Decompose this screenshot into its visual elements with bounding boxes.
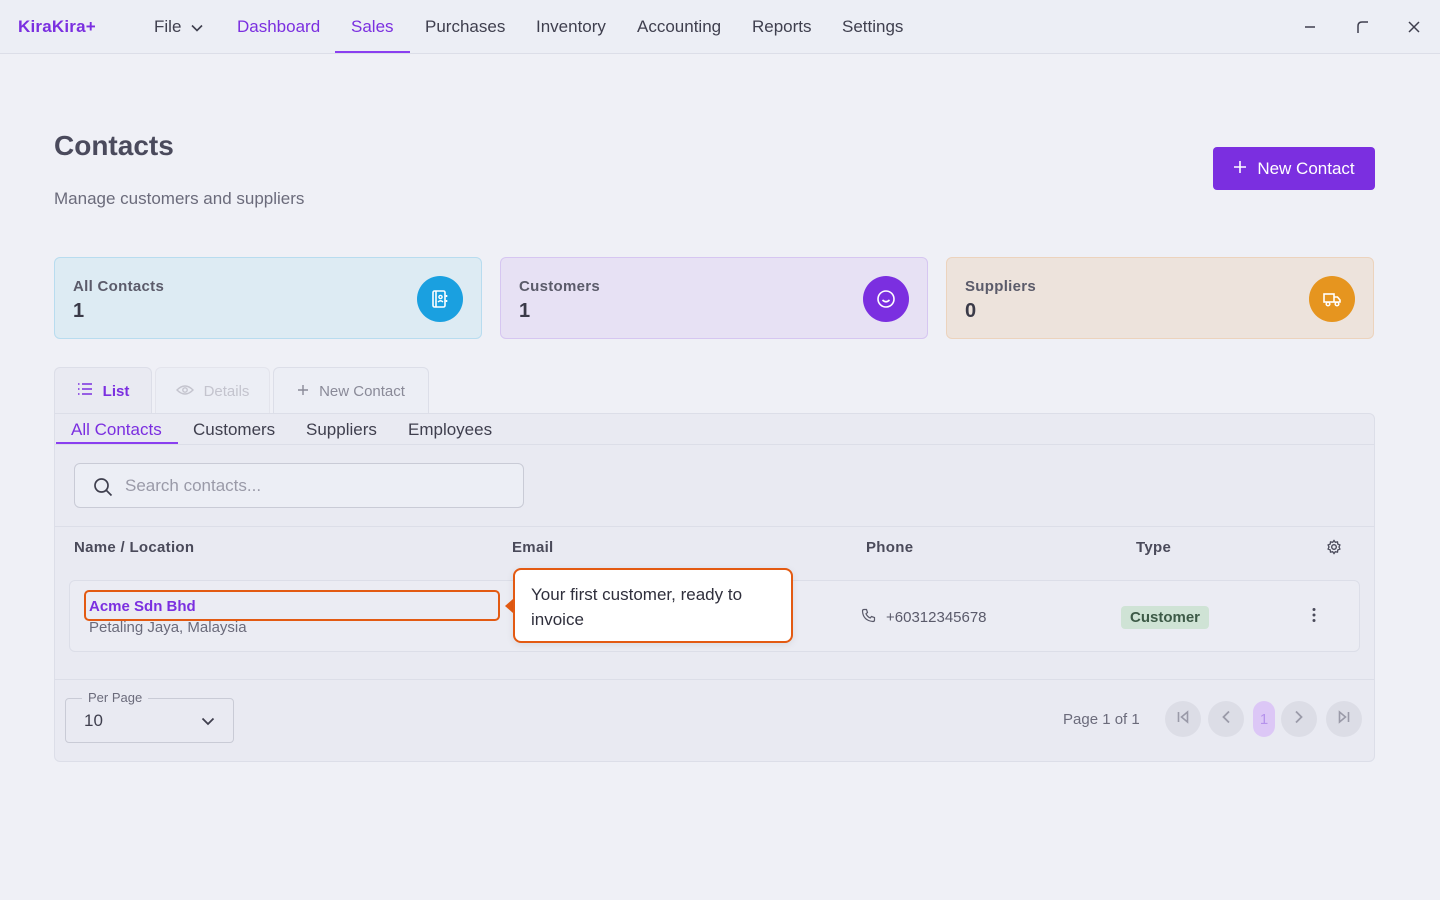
table-header: Name / Location Email Phone Type [55, 526, 1374, 566]
tooltip-arrow [505, 599, 513, 613]
stat-value: 1 [73, 300, 85, 322]
page-title: Contacts [54, 130, 174, 161]
stat-card-customers: Customers 1 [500, 257, 928, 339]
column-header-phone[interactable]: Phone [866, 539, 913, 556]
file-menu[interactable]: File [154, 17, 203, 37]
tab-new-contact[interactable]: New Contact [273, 367, 429, 414]
chevron-down-icon [191, 17, 203, 37]
per-page-value: 10 [84, 711, 103, 730]
contact-location: Petaling Jaya, Malaysia [89, 619, 247, 636]
file-menu-label: File [154, 17, 182, 36]
tab-list[interactable]: List [54, 367, 152, 414]
plus-icon [297, 383, 309, 400]
maximize-icon[interactable] [1353, 17, 1373, 37]
brand-logo[interactable]: KiraKira+ [18, 17, 96, 37]
tab-list-label: List [102, 382, 130, 400]
tab-new-contact-label: New Contact [319, 382, 405, 400]
first-page-icon [1176, 709, 1190, 729]
tab-details-label: Details [203, 382, 250, 400]
stat-label: Customers [519, 278, 601, 295]
new-contact-button-label: New Contact [1257, 158, 1355, 178]
filter-tab-suppliers[interactable]: Suppliers [306, 420, 377, 440]
page-info: Page 1 of 1 [1063, 711, 1140, 728]
per-page-select[interactable]: Per Page 10 [65, 690, 234, 743]
search-icon [93, 477, 113, 502]
nav-settings[interactable]: Settings [842, 17, 903, 37]
stat-label: All Contacts [73, 278, 165, 295]
pagination-divider [55, 679, 1374, 680]
page-number-button[interactable]: 1 [1253, 701, 1275, 737]
contact-book-icon [417, 276, 463, 322]
contact-phone: +60312345678 [861, 608, 987, 627]
filter-tabs: All Contacts Customers Suppliers Employe… [55, 414, 1374, 445]
plus-icon [1233, 159, 1247, 179]
phone-icon [861, 608, 876, 627]
smiley-icon [863, 276, 909, 322]
filter-tab-employees[interactable]: Employees [408, 420, 492, 440]
gear-icon[interactable] [1326, 539, 1342, 560]
type-badge: Customer [1121, 606, 1210, 629]
nav-dashboard[interactable]: Dashboard [237, 17, 320, 37]
stat-card-all-contacts: All Contacts 1 [54, 257, 482, 339]
contact-phone-number: +60312345678 [886, 609, 987, 626]
last-page-button[interactable] [1326, 701, 1362, 737]
search-box [74, 463, 524, 508]
nav-accounting[interactable]: Accounting [637, 17, 721, 37]
more-options-icon[interactable] [1312, 607, 1316, 628]
search-input[interactable] [125, 464, 505, 507]
onboarding-tooltip: Your first customer, ready to invoice [513, 568, 793, 643]
stat-value: 0 [965, 300, 977, 322]
top-bar: KiraKira+ File Dashboard Sales Purchases… [0, 0, 1440, 54]
nav-purchases[interactable]: Purchases [425, 17, 505, 37]
chevron-right-icon [1294, 710, 1304, 729]
new-contact-button[interactable]: New Contact [1213, 147, 1375, 190]
chevron-down-icon [201, 713, 215, 731]
column-header-name[interactable]: Name / Location [74, 539, 194, 556]
nav-reports[interactable]: Reports [752, 17, 812, 37]
nav-active-indicator [335, 51, 410, 53]
filter-tab-all-contacts[interactable]: All Contacts [71, 420, 162, 440]
column-header-email[interactable]: Email [512, 539, 554, 556]
close-icon[interactable] [1404, 17, 1424, 37]
page-subtitle: Manage customers and suppliers [54, 189, 305, 208]
tour-highlight [84, 590, 500, 621]
filter-tab-customers[interactable]: Customers [193, 420, 275, 440]
filter-tab-indicator [56, 442, 178, 444]
eye-icon [175, 383, 194, 400]
first-page-button[interactable] [1165, 701, 1201, 737]
stat-card-suppliers: Suppliers 0 [946, 257, 1374, 339]
previous-page-button[interactable] [1208, 701, 1244, 737]
list-icon [77, 382, 93, 400]
per-page-label: Per Page [82, 690, 149, 705]
next-page-button[interactable] [1281, 701, 1317, 737]
nav-sales[interactable]: Sales [351, 17, 394, 37]
column-header-type[interactable]: Type [1136, 539, 1171, 556]
nav-inventory[interactable]: Inventory [536, 17, 606, 37]
tab-details[interactable]: Details [155, 367, 270, 414]
stat-value: 1 [519, 300, 531, 322]
last-page-icon [1337, 709, 1351, 729]
truck-icon [1309, 276, 1355, 322]
minimize-icon[interactable] [1300, 17, 1320, 37]
chevron-left-icon [1221, 710, 1231, 729]
stat-label: Suppliers [965, 278, 1037, 295]
